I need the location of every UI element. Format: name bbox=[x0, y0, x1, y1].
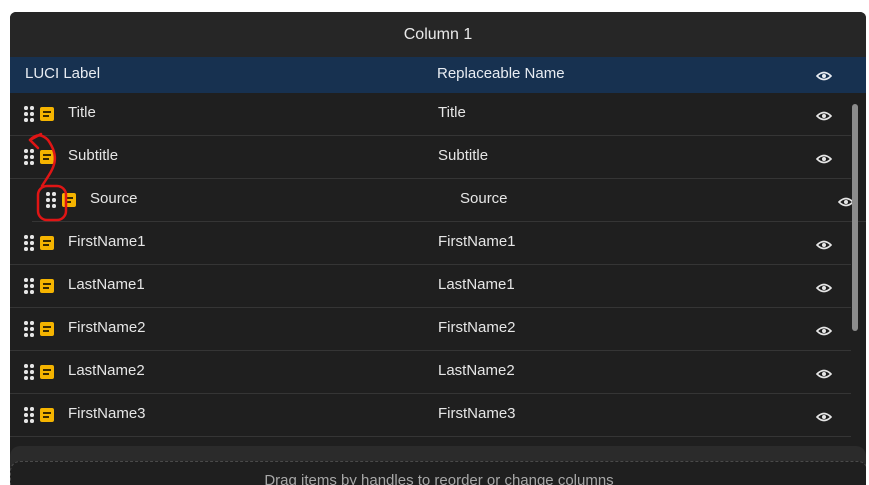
note-icon bbox=[40, 150, 54, 164]
column-title: Column 1 bbox=[10, 12, 866, 57]
row-name: Subtitle bbox=[438, 147, 489, 164]
header-luci-label: LUCI Label bbox=[25, 65, 101, 82]
drag-handle-icon[interactable] bbox=[24, 407, 34, 423]
drag-handle-icon[interactable] bbox=[46, 192, 56, 208]
drag-handle-icon[interactable] bbox=[24, 149, 34, 165]
row-label: Subtitle bbox=[68, 147, 119, 164]
eye-icon[interactable] bbox=[816, 154, 832, 164]
drag-handle-icon[interactable] bbox=[24, 364, 34, 380]
column-panel: Column 1 LUCI Label Replaceable Name Tit… bbox=[10, 12, 866, 485]
eye-icon[interactable] bbox=[816, 326, 832, 336]
table-row[interactable]: Subtitle Subtitle bbox=[10, 136, 851, 179]
row-label: FirstName1 bbox=[68, 233, 146, 250]
drag-handle-icon[interactable] bbox=[24, 106, 34, 122]
row-label: LastName2 bbox=[68, 362, 145, 379]
header-replaceable-name: Replaceable Name bbox=[437, 65, 565, 82]
note-icon bbox=[40, 236, 54, 250]
note-icon bbox=[40, 279, 54, 293]
scrollbar[interactable] bbox=[852, 104, 858, 331]
note-icon bbox=[40, 107, 54, 121]
row-name: LastName1 bbox=[438, 276, 515, 293]
table-row[interactable]: FirstName3 FirstName3 bbox=[10, 394, 851, 437]
table-row[interactable]: FirstName1 FirstName1 bbox=[10, 222, 851, 265]
eye-icon[interactable] bbox=[816, 412, 832, 422]
row-label: Source bbox=[90, 190, 138, 207]
eye-icon[interactable] bbox=[816, 283, 832, 293]
drag-handle-icon[interactable] bbox=[24, 321, 34, 337]
row-name: Title bbox=[438, 104, 466, 121]
eye-icon[interactable] bbox=[816, 369, 832, 379]
eye-icon[interactable] bbox=[816, 111, 832, 121]
row-name: Source bbox=[460, 190, 508, 207]
note-icon bbox=[40, 322, 54, 336]
table-row-dragging[interactable]: Source Source bbox=[32, 179, 866, 222]
footer-hint: Drag items by handles to reorder or chan… bbox=[10, 461, 866, 485]
row-name: LastName2 bbox=[438, 362, 515, 379]
note-icon bbox=[40, 408, 54, 422]
row-name: FirstName1 bbox=[438, 233, 516, 250]
header-eye-icon[interactable] bbox=[816, 71, 832, 81]
row-label: FirstName2 bbox=[68, 319, 146, 336]
note-icon bbox=[40, 365, 54, 379]
table-row[interactable]: LastName1 LastName1 bbox=[10, 265, 851, 308]
row-label: LastName1 bbox=[68, 276, 145, 293]
eye-icon[interactable] bbox=[816, 240, 832, 250]
table-row[interactable]: LastName2 LastName2 bbox=[10, 351, 851, 394]
table-row[interactable]: FirstName2 FirstName2 bbox=[10, 308, 851, 351]
row-name: FirstName3 bbox=[438, 405, 516, 422]
drag-handle-icon[interactable] bbox=[24, 278, 34, 294]
drag-handle-icon[interactable] bbox=[24, 235, 34, 251]
row-name: FirstName2 bbox=[438, 319, 516, 336]
table-header: LUCI Label Replaceable Name bbox=[10, 57, 866, 93]
note-icon bbox=[62, 193, 76, 207]
row-label: Title bbox=[68, 104, 96, 121]
row-label: FirstName3 bbox=[68, 405, 146, 422]
table-row[interactable]: Title Title bbox=[10, 93, 851, 136]
